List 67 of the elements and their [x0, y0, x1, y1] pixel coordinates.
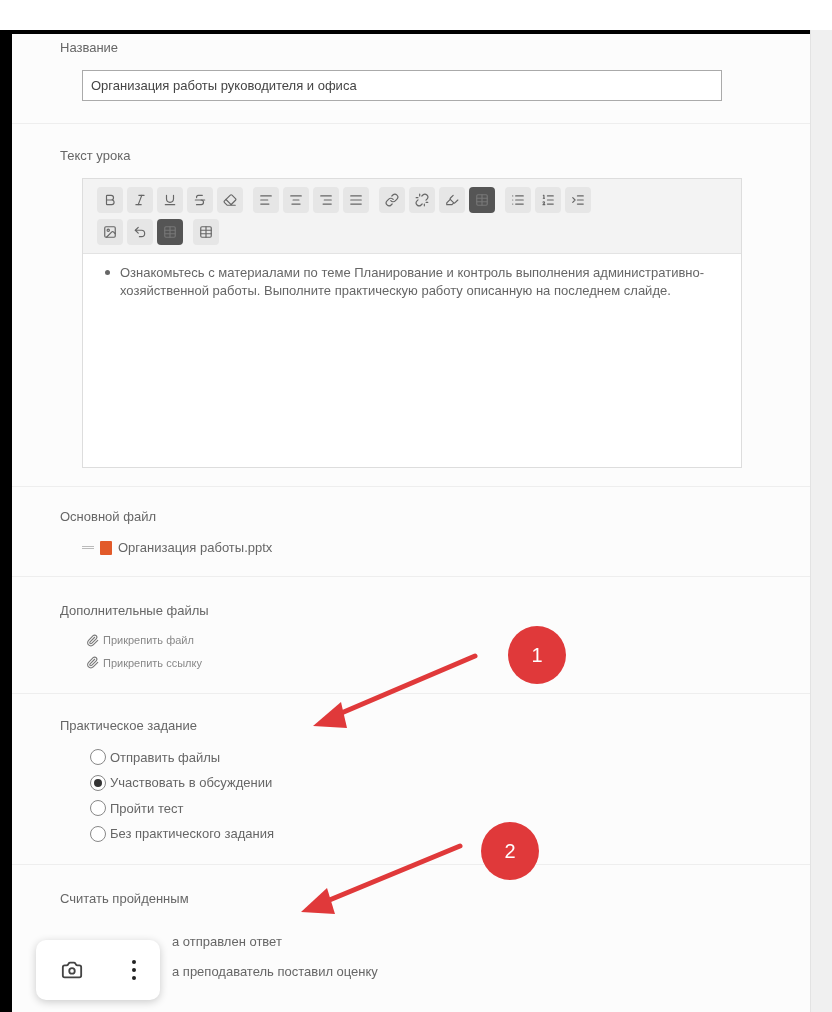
- toolbar-button[interactable]: [343, 186, 369, 213]
- format-icon: [103, 224, 117, 239]
- toolbar-button[interactable]: [157, 218, 183, 245]
- toolbar-button[interactable]: [253, 186, 279, 213]
- radio-button[interactable]: [90, 825, 106, 842]
- more-icon: [131, 960, 136, 980]
- format-icon: [571, 192, 585, 207]
- radio-button[interactable]: [90, 800, 106, 817]
- format-icon: [223, 192, 237, 207]
- section-label: Считать пройденным: [60, 889, 190, 908]
- paperclip-icon: [86, 633, 99, 647]
- presentation-file-icon: [100, 540, 112, 555]
- toolbar-button[interactable]: [97, 218, 123, 245]
- format-icon: [289, 192, 303, 207]
- toolbar-button[interactable]: [193, 218, 219, 245]
- format-icon: [163, 192, 177, 207]
- section-label: Практическое задание: [60, 717, 198, 735]
- file-link[interactable]: Организация работы.pptx: [118, 538, 273, 558]
- format-icon: [475, 192, 489, 207]
- format-icon: [133, 224, 147, 239]
- toolbar-button[interactable]: [379, 186, 405, 213]
- toolbar-button[interactable]: [127, 186, 153, 213]
- attach-link[interactable]: Прикрепить файл: [103, 632, 194, 649]
- toolbar-button[interactable]: [469, 186, 495, 213]
- radio-button[interactable]: [90, 749, 106, 766]
- format-icon: [319, 192, 333, 207]
- title-field[interactable]: Организация работы руководителя и офиса: [82, 69, 722, 101]
- format-icon: [163, 224, 177, 239]
- option-label: Отправить файлы: [110, 748, 221, 767]
- format-icon: [541, 192, 555, 207]
- toolbar-button[interactable]: [97, 186, 123, 213]
- toolbar-button[interactable]: [313, 186, 339, 213]
- format-icon: [349, 192, 363, 207]
- format-icon: [415, 192, 429, 207]
- toolbar-button[interactable]: [157, 186, 183, 213]
- toolbar-button[interactable]: [187, 186, 213, 213]
- bullet-icon: [105, 269, 110, 275]
- format-icon: [259, 192, 273, 207]
- option-label: Участвовать в обсуждении: [110, 774, 273, 792]
- option-label: а преподаватель поставил оценку: [172, 962, 379, 981]
- radio-button[interactable]: [90, 774, 106, 791]
- format-icon: [193, 192, 207, 207]
- section-label: Название: [60, 39, 120, 57]
- paperclip-icon: [86, 656, 99, 670]
- section-label: Дополнительные файлы: [60, 601, 210, 620]
- toolbar-button[interactable]: [535, 186, 561, 213]
- toolbar-button[interactable]: [127, 218, 153, 245]
- camera-icon: [60, 959, 83, 981]
- toolbar-button[interactable]: [439, 186, 465, 213]
- lesson-text: Ознакомьтесь с материалами по теме Планирование и контроль выполнения административно-хозяйственной работы. Выполните практическую работу описанную на последнем слайде.: [120, 263, 706, 300]
- section-label: Текст урока: [60, 147, 132, 165]
- toolbar-button[interactable]: [409, 186, 435, 213]
- format-icon: [445, 192, 459, 207]
- toolbar-button[interactable]: [283, 186, 309, 213]
- toolbar-button[interactable]: [565, 186, 591, 213]
- format-icon: [103, 192, 117, 207]
- option-label: а отправлен ответ: [172, 933, 283, 951]
- format-icon: [385, 192, 399, 207]
- section-label: Основной файл: [60, 507, 157, 526]
- drag-handle-icon: [82, 546, 94, 550]
- option-label: Пройти тест: [110, 799, 184, 818]
- attach-link[interactable]: Прикрепить ссылку: [103, 654, 202, 671]
- toolbar-button[interactable]: [217, 186, 243, 213]
- format-icon: [511, 192, 525, 207]
- option-label: Без практического задания: [110, 825, 274, 843]
- format-icon: [133, 192, 147, 207]
- format-icon: [199, 224, 213, 239]
